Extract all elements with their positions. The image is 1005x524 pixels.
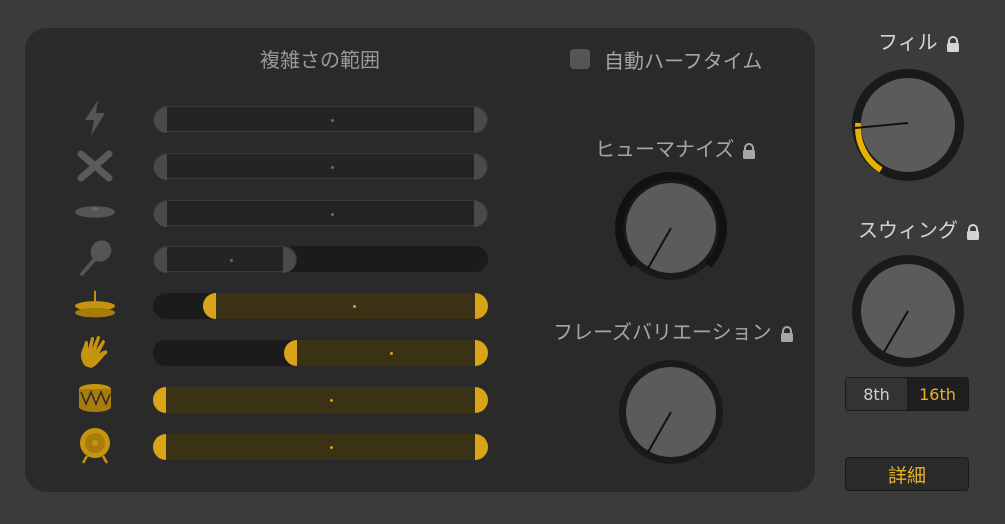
complexity-range[interactable] <box>153 246 298 273</box>
fill-label: フィル <box>878 26 960 55</box>
maraca-icon[interactable] <box>74 238 116 278</box>
range-max-handle[interactable] <box>283 247 297 273</box>
complexity-slider-kick-drum[interactable] <box>153 434 488 460</box>
range-center-dot <box>330 166 334 169</box>
range-center-dot <box>230 259 234 262</box>
swing-knob[interactable] <box>849 252 967 370</box>
complexity-range-title: 複雑さの範囲 <box>260 48 380 72</box>
kick-drum-icon[interactable] <box>74 425 116 465</box>
swing-16th-option[interactable]: 16th <box>907 378 968 410</box>
humanize-knob[interactable] <box>614 171 728 285</box>
swing-resolution-selector[interactable]: 8th 16th <box>845 377 969 411</box>
complexity-slider-handclap[interactable] <box>153 340 488 366</box>
lock-icon[interactable] <box>780 325 794 342</box>
complexity-slider-hihat[interactable] <box>153 293 488 319</box>
complexity-slider-drumsticks[interactable] <box>153 153 488 180</box>
range-min-handle[interactable] <box>283 340 297 366</box>
complexity-range[interactable] <box>153 200 488 227</box>
lock-icon[interactable] <box>742 142 756 159</box>
range-center-dot <box>329 446 333 449</box>
complexity-slider-snare-drum[interactable] <box>153 387 488 413</box>
swing-label: スウィング <box>858 214 980 243</box>
auto-halftime-checkbox[interactable] <box>570 49 590 69</box>
complexity-slider-maraca[interactable] <box>153 246 488 273</box>
complexity-slider-cymbal[interactable] <box>153 200 488 227</box>
lock-icon[interactable] <box>946 35 960 52</box>
phrase-variation-knob[interactable] <box>614 355 728 469</box>
complexity-slider-lightning[interactable] <box>153 106 488 133</box>
fill-knob[interactable] <box>849 66 967 184</box>
range-center-dot <box>329 399 333 402</box>
swing-8th-option[interactable]: 8th <box>846 378 907 410</box>
range-center-dot <box>330 213 334 216</box>
snare-drum-icon[interactable] <box>74 378 116 418</box>
complexity-range[interactable] <box>153 434 488 460</box>
lock-icon[interactable] <box>966 223 980 240</box>
complexity-range[interactable] <box>283 340 488 366</box>
handclap-icon[interactable] <box>74 332 116 372</box>
auto-halftime-label: 自動ハーフタイム <box>604 48 763 73</box>
hihat-icon[interactable] <box>74 285 116 325</box>
phrase-variation-label: フレーズバリエーション <box>553 316 794 345</box>
range-min-handle[interactable] <box>203 293 217 319</box>
range-center-dot <box>330 119 334 122</box>
complexity-range[interactable] <box>153 153 488 180</box>
range-center-dot <box>353 305 356 308</box>
drumsticks-icon[interactable] <box>74 145 116 185</box>
humanize-label: ヒューマナイズ <box>595 133 756 162</box>
auto-halftime-toggle[interactable]: 自動ハーフタイム <box>570 46 763 73</box>
lightning-icon[interactable] <box>74 98 116 138</box>
cymbal-icon[interactable] <box>74 191 116 231</box>
details-button[interactable]: 詳細 <box>845 457 969 491</box>
complexity-range[interactable] <box>203 293 488 319</box>
range-center-dot <box>389 352 393 355</box>
complexity-range[interactable] <box>153 106 488 133</box>
complexity-range[interactable] <box>153 387 488 413</box>
